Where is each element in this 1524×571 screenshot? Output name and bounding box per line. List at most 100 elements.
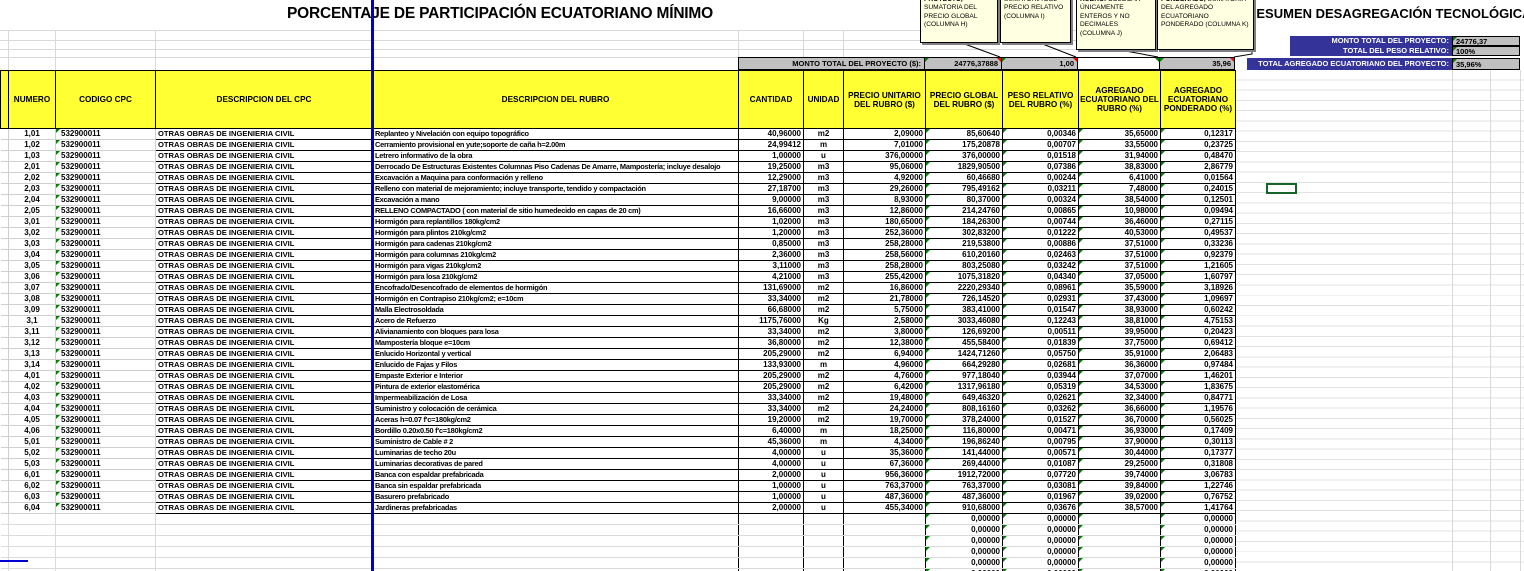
cell-agregado-ponderado[interactable]: 1,22746 [1161, 481, 1236, 492]
cell-codigo-cpc[interactable]: 532900011 [56, 140, 156, 151]
cell-agregado-rubro[interactable]: 31,94000 [1079, 151, 1161, 162]
cell-descripcion-cpc[interactable] [156, 514, 373, 525]
cell-descripcion-cpc[interactable]: OTRAS OBRAS DE INGENIERIA CIVIL [156, 316, 373, 327]
cell-codigo-cpc[interactable]: 532900011 [56, 437, 156, 448]
cell-cantidad[interactable]: 4,00000 [739, 459, 804, 470]
cell-precio-global[interactable]: 1912,72000 [926, 470, 1003, 481]
cell-peso-relativo[interactable]: 0,00865 [1003, 206, 1079, 217]
cell-unidad[interactable]: m3 [804, 206, 844, 217]
cell-unidad[interactable]: m3 [804, 239, 844, 250]
cell-numero[interactable]: 4,02 [9, 382, 56, 393]
cell-numero[interactable] [9, 514, 56, 525]
cell-unidad[interactable]: m2 [804, 327, 844, 338]
active-cell-selection[interactable] [1266, 183, 1297, 194]
cell-agregado-rubro[interactable]: 7,48000 [1079, 184, 1161, 195]
cell-precio-unitario[interactable]: 12,86000 [844, 206, 926, 217]
cell-precio-global[interactable]: 763,37000 [926, 481, 1003, 492]
cell-cantidad[interactable]: 4,00000 [739, 448, 804, 459]
cell-codigo-cpc[interactable]: 532900011 [56, 294, 156, 305]
cell-precio-unitario[interactable]: 4,34000 [844, 437, 926, 448]
cell-descripcion-rubro[interactable]: Banca con espaldar prefabricada [373, 470, 739, 481]
cell-agregado-ponderado[interactable]: 2,06483 [1161, 349, 1236, 360]
cell-cantidad[interactable]: 19,25000 [739, 162, 804, 173]
cell-codigo-cpc[interactable]: 532900011 [56, 349, 156, 360]
cell-peso-relativo[interactable]: 0,00000 [1003, 547, 1079, 558]
cell-precio-unitario[interactable]: 180,65000 [844, 217, 926, 228]
cell-cantidad[interactable] [739, 536, 804, 547]
cell-descripcion-rubro[interactable]: Hormigón para vigas 210kg/cm2 [373, 261, 739, 272]
row-spacer-cell[interactable] [1, 305, 9, 316]
cell-peso-relativo[interactable]: 0,01518 [1003, 151, 1079, 162]
summary-label-peso-relativo[interactable]: TOTAL DEL PESO RELATIVO: [1290, 46, 1452, 56]
cell-precio-unitario[interactable]: 5,75000 [844, 305, 926, 316]
cell-agregado-rubro[interactable]: 38,54000 [1079, 195, 1161, 206]
summary-value-agregado-total[interactable]: 35,96% [1452, 58, 1520, 70]
cell-descripcion-cpc[interactable]: OTRAS OBRAS DE INGENIERIA CIVIL [156, 327, 373, 338]
cell-peso-relativo[interactable]: 0,00707 [1003, 140, 1079, 151]
cell-cantidad[interactable]: 131,69000 [739, 283, 804, 294]
cell-peso-relativo[interactable]: 0,05319 [1003, 382, 1079, 393]
cell-agregado-ponderado[interactable]: 1,09697 [1161, 294, 1236, 305]
cell-precio-unitario[interactable]: 376,00000 [844, 151, 926, 162]
row-spacer-cell[interactable] [1, 151, 9, 162]
cell-unidad[interactable]: m3 [804, 261, 844, 272]
cell-numero[interactable]: 4,03 [9, 393, 56, 404]
cell-precio-unitario[interactable]: 455,34000 [844, 503, 926, 514]
cell-agregado-ponderado[interactable]: 0,84771 [1161, 393, 1236, 404]
cell-numero[interactable]: 5,02 [9, 448, 56, 459]
cell-descripcion-cpc[interactable]: OTRAS OBRAS DE INGENIERIA CIVIL [156, 162, 373, 173]
cell-descripcion-rubro[interactable]: Empaste Exterior e Interior [373, 371, 739, 382]
cell-cantidad[interactable]: 205,29000 [739, 349, 804, 360]
cell-unidad[interactable] [804, 525, 844, 536]
cell-descripcion-rubro[interactable]: Enlucido Horizontal y vertical [373, 349, 739, 360]
cell-precio-global[interactable]: 184,26300 [926, 217, 1003, 228]
cell-precio-unitario[interactable] [844, 547, 926, 558]
cell-peso-relativo[interactable]: 0,01087 [1003, 459, 1079, 470]
cell-precio-global[interactable]: 726,14520 [926, 294, 1003, 305]
cell-numero[interactable]: 1,03 [9, 151, 56, 162]
row-spacer-cell[interactable] [1, 250, 9, 261]
cell-cantidad[interactable]: 19,20000 [739, 415, 804, 426]
cell-agregado-ponderado[interactable]: 0,17409 [1161, 426, 1236, 437]
cell-agregado-ponderado[interactable]: 0,49537 [1161, 228, 1236, 239]
cell-numero[interactable]: 4,05 [9, 415, 56, 426]
cell-agregado-ponderado[interactable]: 0,69412 [1161, 338, 1236, 349]
cell-unidad[interactable]: m3 [804, 162, 844, 173]
row-spacer-cell[interactable] [1, 415, 9, 426]
cell-descripcion-rubro[interactable]: Encofrado/Desencofrado de elementos de h… [373, 283, 739, 294]
cell-codigo-cpc[interactable]: 532900011 [56, 129, 156, 140]
row-spacer-cell[interactable] [1, 459, 9, 470]
cell-unidad[interactable]: m [804, 360, 844, 371]
cell-peso-relativo[interactable]: 0,00744 [1003, 217, 1079, 228]
cell-descripcion-rubro[interactable]: Excavación a Maquina para conformación y… [373, 173, 739, 184]
cell-cantidad[interactable]: 16,66000 [739, 206, 804, 217]
cell-descripcion-rubro[interactable]: Luminarias de techo 20u [373, 448, 739, 459]
row-spacer-cell[interactable] [1, 404, 9, 415]
cell-agregado-ponderado[interactable]: 4,75153 [1161, 316, 1236, 327]
cell-agregado-rubro[interactable]: 39,74000 [1079, 470, 1161, 481]
cell-peso-relativo[interactable]: 0,00511 [1003, 327, 1079, 338]
cell-descripcion-cpc[interactable]: OTRAS OBRAS DE INGENIERIA CIVIL [156, 272, 373, 283]
cell-descripcion-cpc[interactable]: OTRAS OBRAS DE INGENIERIA CIVIL [156, 371, 373, 382]
cell-agregado-ponderado[interactable]: 1,46201 [1161, 371, 1236, 382]
cell-precio-global[interactable]: 0,00000 [926, 547, 1003, 558]
cell-peso-relativo[interactable]: 0,02931 [1003, 294, 1079, 305]
cell-numero[interactable]: 2,03 [9, 184, 56, 195]
row-spacer-cell[interactable] [1, 217, 9, 228]
cell-codigo-cpc[interactable]: 532900011 [56, 195, 156, 206]
cell-numero[interactable]: 6,01 [9, 470, 56, 481]
cell-descripcion-cpc[interactable]: OTRAS OBRAS DE INGENIERIA CIVIL [156, 415, 373, 426]
cell-agregado-ponderado[interactable]: 0,12501 [1161, 195, 1236, 206]
cell-agregado-rubro[interactable]: 37,05000 [1079, 272, 1161, 283]
cell-descripcion-rubro[interactable] [373, 547, 739, 558]
cell-cantidad[interactable]: 1,02000 [739, 217, 804, 228]
cell-descripcion-rubro[interactable]: Mampostería bloque e=10cm [373, 338, 739, 349]
cell-agregado-rubro[interactable] [1079, 558, 1161, 569]
cell-descripcion-cpc[interactable]: OTRAS OBRAS DE INGENIERIA CIVIL [156, 349, 373, 360]
cell-peso-relativo[interactable]: 0,03262 [1003, 404, 1079, 415]
cell-agregado-rubro[interactable]: 40,53000 [1079, 228, 1161, 239]
header-precio-unitario[interactable]: PRECIO UNITARIO DEL RUBRO ($) [844, 71, 926, 129]
row-spacer-cell[interactable] [1, 360, 9, 371]
cell-precio-global[interactable]: 378,24000 [926, 415, 1003, 426]
cell-agregado-rubro[interactable]: 37,51000 [1079, 261, 1161, 272]
